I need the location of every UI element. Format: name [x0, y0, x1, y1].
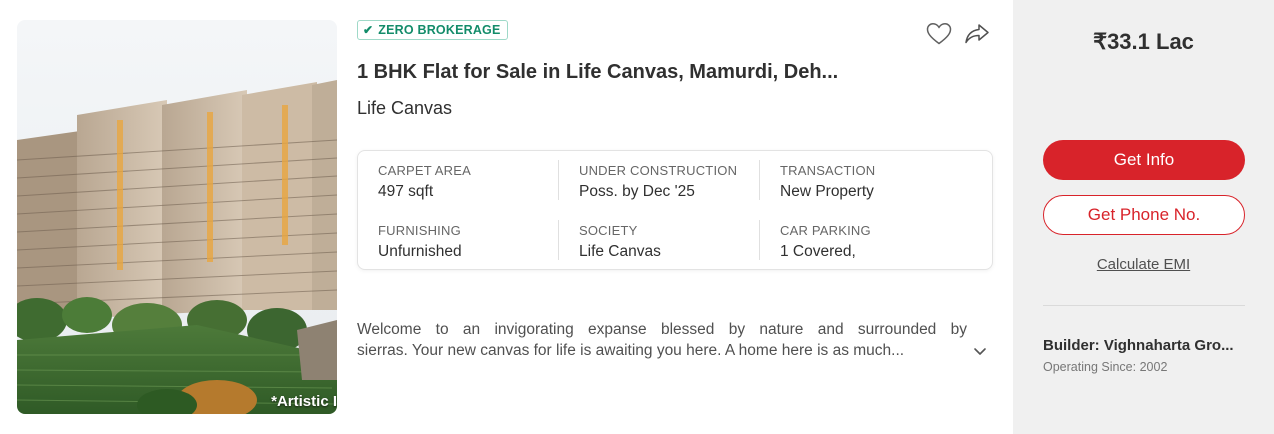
description-line: sierras. Your new canvas for life is awa…	[357, 342, 905, 359]
summary-value: 497 sqft	[378, 183, 434, 200]
summary-item: CAR PARKING 1 Covered,	[780, 223, 980, 265]
summary-divider	[759, 220, 760, 260]
summary-label: UNDER CONSTRUCTION	[579, 163, 738, 178]
listing-description: Welcome to an invigorating expanse bless…	[357, 319, 967, 361]
summary-value: New Property	[780, 183, 874, 200]
summary-label: CARPET AREA	[378, 163, 471, 178]
share-button[interactable]	[963, 20, 991, 48]
builder-name[interactable]: Builder: Vighnaharta Gro...	[1043, 337, 1245, 354]
summary-divider	[558, 160, 559, 200]
badge-label: ZERO BROKERAGE	[378, 23, 501, 37]
heart-icon	[926, 23, 952, 45]
expand-description-button[interactable]	[971, 342, 989, 360]
calculate-emi-link[interactable]: Calculate EMI	[1013, 256, 1274, 273]
check-icon: ✔	[363, 23, 374, 37]
action-panel: ₹33.1 Lac Get Info Get Phone No. Calcula…	[1013, 0, 1274, 434]
summary-item: UNDER CONSTRUCTION Poss. by Dec '25	[579, 163, 779, 205]
price: ₹33.1 Lac	[1093, 29, 1194, 54]
summary-item: SOCIETY Life Canvas	[579, 223, 779, 265]
shortlist-button[interactable]	[925, 20, 953, 48]
summary-label: FURNISHING	[378, 223, 461, 238]
summary-value: 1 Covered,	[780, 243, 856, 260]
property-photo-illustration	[17, 20, 337, 414]
property-card[interactable]: *Artistic I ✔ ZERO BROKERAGE 1 BHK Flat …	[0, 0, 1274, 434]
summary-value: Unfurnished	[378, 243, 462, 260]
summary-value: Poss. by Dec '25	[579, 183, 695, 200]
summary-label: TRANSACTION	[780, 163, 876, 178]
summary-item: FURNISHING Unfurnished	[378, 223, 578, 265]
zero-brokerage-badge: ✔ ZERO BROKERAGE	[357, 20, 508, 40]
operating-since: Operating Since: 2002	[1043, 360, 1168, 374]
property-image[interactable]: *Artistic I	[17, 20, 337, 414]
summary-value: Life Canvas	[579, 243, 661, 260]
project-name[interactable]: Life Canvas	[357, 98, 452, 119]
listing-info: ✔ ZERO BROKERAGE 1 BHK Flat for Sale in …	[357, 20, 993, 420]
get-info-button[interactable]: Get Info	[1043, 140, 1245, 180]
description-line: Welcome to an invigorating expanse bless…	[357, 321, 967, 338]
summary-item: TRANSACTION New Property	[780, 163, 980, 205]
summary-divider	[558, 220, 559, 260]
get-phone-button[interactable]: Get Phone No.	[1043, 195, 1245, 235]
listing-title[interactable]: 1 BHK Flat for Sale in Life Canvas, Mamu…	[357, 61, 838, 84]
divider	[1043, 305, 1245, 306]
image-caption: *Artistic I	[271, 393, 337, 410]
summary-label: CAR PARKING	[780, 223, 871, 238]
property-summary: CARPET AREA 497 sqft UNDER CONSTRUCTION …	[357, 150, 993, 270]
chevron-down-icon	[974, 348, 986, 355]
summary-divider	[759, 160, 760, 200]
share-icon	[965, 24, 989, 44]
summary-item: CARPET AREA 497 sqft	[378, 163, 578, 205]
summary-label: SOCIETY	[579, 223, 638, 238]
